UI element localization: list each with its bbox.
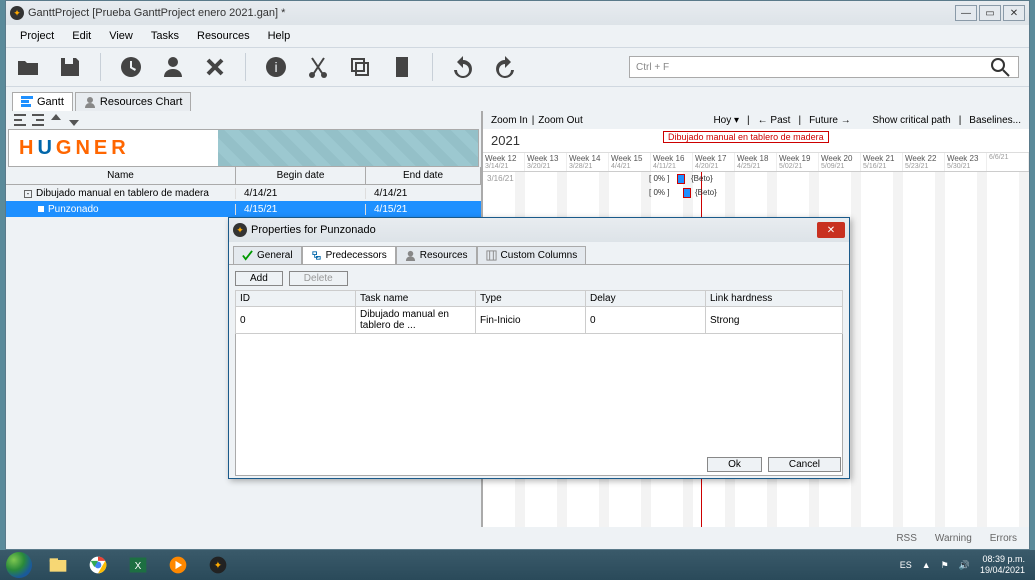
titlebar: ✦ GanttProject [Prueba GanttProject ener… bbox=[6, 1, 1029, 25]
move-down-icon[interactable] bbox=[68, 114, 80, 126]
baselines-button[interactable]: Baselines... bbox=[969, 115, 1021, 126]
tab-general[interactable]: General bbox=[233, 246, 302, 264]
menu-project[interactable]: Project bbox=[12, 28, 62, 44]
cancel-button[interactable]: Cancel bbox=[768, 457, 841, 472]
zoom-in-button[interactable]: Zoom In bbox=[491, 115, 528, 126]
move-up-icon[interactable] bbox=[50, 114, 62, 126]
copy-icon[interactable] bbox=[348, 55, 372, 79]
check-icon bbox=[242, 250, 253, 261]
lang-indicator[interactable]: ES bbox=[900, 560, 912, 570]
tray-action-icon[interactable]: ⚑ bbox=[941, 560, 949, 571]
close-button[interactable]: ✕ bbox=[1003, 5, 1025, 21]
undo-icon[interactable] bbox=[451, 55, 475, 79]
delete-button: Delete bbox=[289, 271, 348, 286]
excel-icon[interactable]: X bbox=[118, 551, 158, 579]
system-tray[interactable]: ES ▲ ⚑ 🔊 08:39 p.m. 19/04/2021 bbox=[890, 554, 1035, 576]
future-button[interactable]: Future → bbox=[809, 115, 851, 126]
tab-custom-columns[interactable]: Custom Columns bbox=[477, 246, 587, 264]
person-icon[interactable] bbox=[161, 55, 185, 79]
clock[interactable]: 08:39 p.m. 19/04/2021 bbox=[980, 554, 1025, 576]
info-icon[interactable]: i bbox=[264, 55, 288, 79]
critical-path-button[interactable]: Show critical path bbox=[872, 115, 950, 126]
tab-resources[interactable]: Resources bbox=[396, 246, 477, 264]
year-label: 2021 Dibujado manual en tablero de mader… bbox=[483, 129, 1029, 153]
gantt-app-icon[interactable]: ✦ bbox=[198, 551, 238, 579]
svg-text:X: X bbox=[135, 561, 142, 572]
tray-volume-icon[interactable]: 🔊 bbox=[959, 560, 970, 571]
resources-icon bbox=[84, 96, 96, 108]
chrome-icon[interactable] bbox=[78, 551, 118, 579]
zoom-out-button[interactable]: Zoom Out bbox=[538, 115, 582, 126]
start-date-label: 3/16/21 bbox=[487, 174, 514, 183]
properties-dialog: ✦ Properties for Punzonado ✕ General Pre… bbox=[228, 217, 850, 479]
menubar: Project Edit View Tasks Resources Help bbox=[6, 25, 1029, 47]
open-icon[interactable] bbox=[16, 55, 40, 79]
dialog-tabs: General Predecessors Resources Custom Co… bbox=[229, 242, 849, 265]
maximize-button[interactable]: ▭ bbox=[979, 5, 1001, 21]
toolbar: i Ctrl + F bbox=[6, 47, 1029, 87]
add-button[interactable]: Add bbox=[235, 271, 283, 286]
expand-icon[interactable]: - bbox=[24, 190, 32, 198]
window-title: GanttProject [Prueba GanttProject enero … bbox=[28, 7, 285, 19]
tab-predecessors[interactable]: Predecessors bbox=[302, 246, 396, 264]
table-body-area[interactable] bbox=[235, 334, 843, 476]
app-icon: ✦ bbox=[10, 6, 24, 20]
outdent-icon[interactable] bbox=[14, 114, 26, 126]
menu-help[interactable]: Help bbox=[260, 28, 299, 44]
past-button[interactable]: ← Past bbox=[758, 115, 791, 126]
start-button[interactable] bbox=[0, 550, 38, 580]
warning-link[interactable]: Warning bbox=[935, 533, 972, 544]
paste-icon[interactable] bbox=[390, 55, 414, 79]
history-icon[interactable] bbox=[119, 55, 143, 79]
rss-link[interactable]: RSS bbox=[896, 533, 917, 544]
tab-resources-chart[interactable]: Resources Chart bbox=[75, 92, 192, 111]
task-row[interactable]: -Dibujado manual en tablero de madera 4/… bbox=[6, 185, 481, 201]
timeline-header: Week 123/14/21Week 133/20/21Week 143/28/… bbox=[483, 153, 1029, 172]
tab-gantt[interactable]: Gantt bbox=[12, 92, 73, 111]
svg-text:✦: ✦ bbox=[214, 560, 222, 571]
logo-banner: HUGNER bbox=[8, 129, 479, 167]
person-icon bbox=[405, 250, 416, 261]
app-icon: ✦ bbox=[233, 223, 247, 237]
media-icon[interactable] bbox=[158, 551, 198, 579]
menu-tasks[interactable]: Tasks bbox=[143, 28, 187, 44]
menu-edit[interactable]: Edit bbox=[64, 28, 99, 44]
phase-indicator: Dibujado manual en tablero de madera bbox=[663, 131, 829, 143]
task-row-selected[interactable]: Punzonado 4/15/21 4/15/21 bbox=[6, 201, 481, 217]
menu-resources[interactable]: Resources bbox=[189, 28, 258, 44]
ok-button[interactable]: Ok bbox=[707, 457, 762, 472]
save-icon[interactable] bbox=[58, 55, 82, 79]
gantt-bar[interactable] bbox=[683, 188, 691, 198]
explorer-icon[interactable] bbox=[38, 551, 78, 579]
columns-icon bbox=[486, 250, 497, 261]
tray-flag-icon[interactable]: ▲ bbox=[922, 560, 931, 570]
table-row[interactable]: 0 Dibujado manual en tablero de ... Fin-… bbox=[236, 307, 843, 334]
today-button[interactable]: Hoy ▾ bbox=[713, 115, 739, 126]
search-input[interactable]: Ctrl + F bbox=[629, 56, 1019, 78]
indent-icon[interactable] bbox=[32, 114, 44, 126]
view-tabs: Gantt Resources Chart bbox=[6, 87, 1029, 111]
svg-text:i: i bbox=[274, 59, 277, 75]
dialog-title: Properties for Punzonado bbox=[251, 224, 376, 236]
gantt-icon bbox=[21, 96, 33, 108]
errors-link[interactable]: Errors bbox=[990, 533, 1017, 544]
predecessors-table: ID Task name Type Delay Link hardness 0 … bbox=[235, 290, 843, 334]
redo-icon[interactable] bbox=[493, 55, 517, 79]
menu-view[interactable]: View bbox=[101, 28, 141, 44]
taskbar: X ✦ ES ▲ ⚑ 🔊 08:39 p.m. 19/04/2021 bbox=[0, 550, 1035, 580]
delete-icon[interactable] bbox=[203, 55, 227, 79]
minimize-button[interactable]: — bbox=[955, 5, 977, 21]
dialog-titlebar: ✦ Properties for Punzonado ✕ bbox=[229, 218, 849, 242]
task-table-header: Name Begin date End date bbox=[6, 167, 481, 185]
link-icon bbox=[311, 250, 322, 261]
main-window: ✦ GanttProject [Prueba GanttProject ener… bbox=[5, 0, 1030, 550]
statusbar: RSS Warning Errors bbox=[6, 527, 1029, 549]
dialog-close-button[interactable]: ✕ bbox=[817, 222, 845, 238]
search-icon[interactable] bbox=[988, 55, 1012, 79]
gantt-bar[interactable] bbox=[677, 174, 685, 184]
cut-icon[interactable] bbox=[306, 55, 330, 79]
